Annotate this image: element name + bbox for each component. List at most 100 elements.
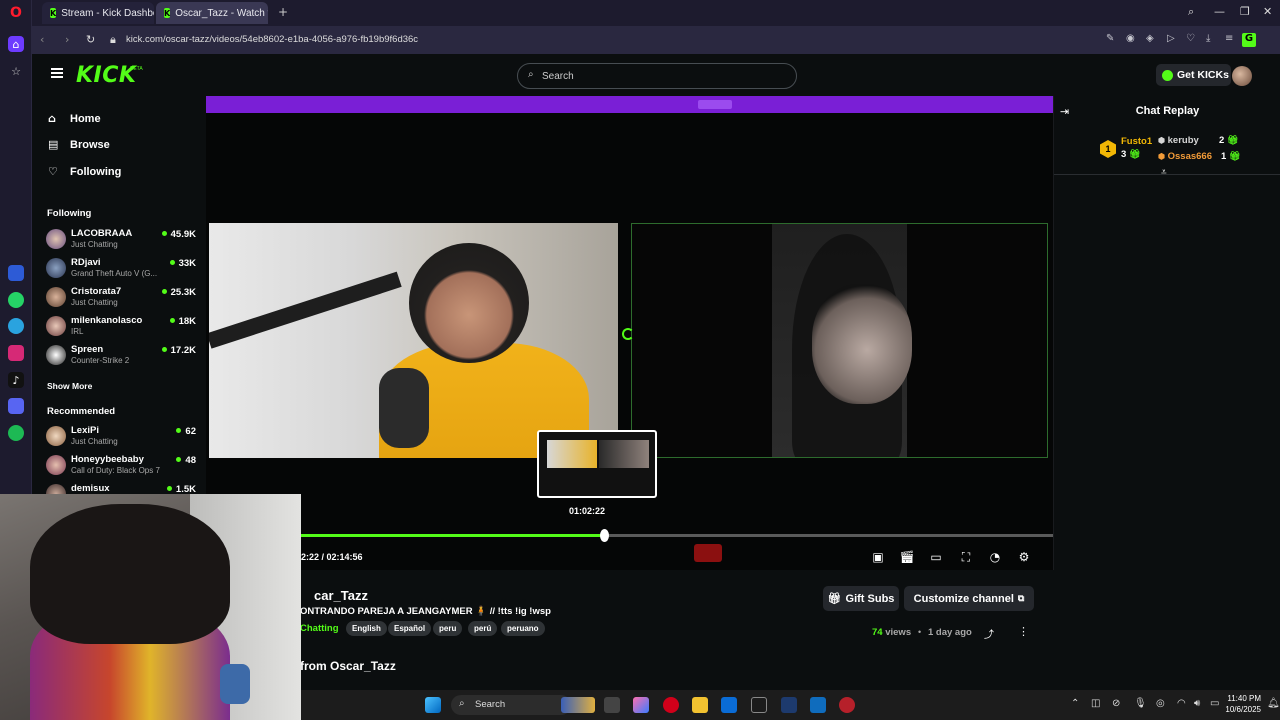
miniplayer-icon[interactable]: ▣ — [870, 550, 886, 564]
discord-icon[interactable] — [8, 398, 24, 414]
top-gifter-name[interactable]: Fusto1 — [1121, 136, 1152, 147]
channel-item-rdjavi[interactable]: RDjavi Grand Theft Auto V (G... 33K — [46, 255, 196, 281]
tray-expand-icon[interactable]: ⌃ — [1071, 698, 1079, 709]
whatsapp-icon[interactable] — [8, 292, 24, 308]
tab-dashboard[interactable]: K Stream - Kick Dashboard — [42, 2, 154, 24]
edit-icon[interactable]: ✎ — [1106, 33, 1114, 44]
seek-bar[interactable] — [300, 529, 1053, 542]
channel-item-honeyybeebaby[interactable]: Honeyybeebaby Call of Duty: Black Ops 7 … — [46, 452, 196, 478]
copilot-icon[interactable] — [633, 697, 649, 713]
sidebar-item-following[interactable]: ♡ Following — [48, 165, 121, 178]
gift-count: 1 — [1221, 151, 1227, 162]
gifter-row[interactable]: ⬢ Ossas666 — [1158, 151, 1212, 162]
new-tab-button[interactable]: + — [278, 5, 288, 19]
clock-date[interactable]: 10/6/2025 — [1214, 705, 1261, 714]
customize-channel-button[interactable]: Customize channel ⧉ — [904, 586, 1034, 611]
share-icon[interactable]: ⤴ — [984, 626, 994, 641]
file-explorer-icon[interactable] — [692, 697, 708, 713]
viewer-count: 45.9K — [162, 229, 196, 240]
menu-icon[interactable]: ≡ — [1225, 33, 1233, 44]
kick-logo[interactable]: KICK — [76, 63, 136, 88]
spotify-icon[interactable] — [8, 425, 24, 441]
hamburger-menu-icon[interactable] — [51, 68, 63, 78]
tiktok-icon[interactable]: ♪ — [8, 372, 24, 388]
reload-icon[interactable]: ↻ — [86, 33, 95, 46]
channel-category: Just Chatting — [71, 437, 118, 446]
clip-icon[interactable]: 🎬︎ — [899, 550, 915, 564]
channel-item-milenkanolasco[interactable]: milenkanolasco IRL 18K — [46, 313, 196, 339]
tray-icon[interactable]: ◎ — [1156, 698, 1165, 709]
get-kicks-label: Get KICKs — [1177, 69, 1229, 81]
tray-icon[interactable]: ◫ — [1091, 698, 1100, 709]
user-avatar[interactable] — [1232, 66, 1252, 86]
settings-gear-icon[interactable]: ⚙ — [1016, 550, 1032, 564]
vscode-icon[interactable] — [781, 697, 797, 713]
outlook-icon[interactable] — [810, 697, 826, 713]
tab-video[interactable]: K Oscar_Tazz - Watch the V — [156, 2, 268, 24]
fullscreen-icon[interactable]: ⛶ — [958, 550, 974, 564]
sidebar-item-home[interactable]: ⌂ Home — [48, 112, 101, 125]
heart-bookmark-icon[interactable]: ♡ — [1186, 33, 1195, 44]
home-rail-icon[interactable]: ⌂ — [8, 36, 24, 52]
search-tabs-icon[interactable]: ⌕ — [1188, 5, 1194, 19]
tag[interactable]: perú — [468, 621, 498, 636]
seek-bar-handle[interactable] — [600, 529, 610, 542]
channel-item-cristorata7[interactable]: Cristorata7 Just Chatting 25.3K — [46, 284, 196, 310]
search-input[interactable]: ⌕ Search — [517, 63, 797, 89]
store-icon[interactable] — [721, 697, 737, 713]
chat-title: Chat Replay — [1135, 105, 1200, 117]
channel-item-lacobraaa[interactable]: LACOBRAAA Just Chatting 45.9K — [46, 226, 196, 252]
tag[interactable]: Español — [388, 621, 432, 636]
get-kicks-button[interactable]: Get KICKs — [1156, 64, 1231, 86]
opera-taskbar-icon[interactable] — [663, 697, 679, 713]
show-more-link[interactable]: Show More — [47, 381, 92, 391]
more-options-icon[interactable]: ⋮ — [1018, 625, 1029, 638]
volume-icon[interactable]: 🔊︎ — [1194, 698, 1200, 709]
stream-category[interactable]: Chatting — [300, 623, 339, 634]
sidebar-item-browse[interactable]: ▤ Browse — [48, 138, 110, 151]
camera-icon[interactable]: ◉ — [1126, 33, 1135, 44]
windows-start-icon[interactable] — [425, 697, 441, 713]
gift-subs-button[interactable]: 🎁︎ Gift Subs — [823, 586, 899, 611]
play-icon[interactable]: ▷ — [1167, 33, 1175, 44]
promo-button[interactable] — [698, 100, 732, 109]
widgets-icon[interactable] — [561, 697, 595, 713]
wifi-icon[interactable]: ◠ — [1177, 698, 1186, 709]
tag[interactable]: English — [346, 621, 387, 636]
back-icon[interactable]: ‹ — [40, 33, 44, 46]
tag[interactable]: peru — [433, 621, 463, 636]
tray-icon[interactable]: ⊘ — [1112, 698, 1120, 709]
download-icon[interactable]: ⤓ — [1206, 33, 1210, 44]
expand-leaderboard-icon[interactable]: ⩡ — [1161, 167, 1167, 178]
shield-icon[interactable]: ◈ — [1146, 33, 1154, 44]
microphone-icon[interactable]: 🎙︎ — [1134, 698, 1147, 709]
aria-icon[interactable] — [8, 265, 24, 281]
app-icon[interactable] — [839, 697, 855, 713]
notification-icon[interactable]: 🔔︎ — [1267, 698, 1280, 709]
dropbox-icon[interactable] — [751, 697, 767, 713]
telegram-icon[interactable] — [8, 318, 24, 334]
streamer-name[interactable]: car_Tazz — [314, 588, 368, 603]
instagram-icon[interactable] — [8, 345, 24, 361]
kick-extension-icon[interactable]: G — [1242, 33, 1256, 47]
channel-item-lexipi[interactable]: LexiPi Just Chatting 62 — [46, 423, 196, 449]
forward-icon[interactable]: › — [65, 33, 69, 46]
playback-speed-icon[interactable]: ◔ — [987, 550, 1003, 564]
task-view-icon[interactable] — [604, 697, 620, 713]
separator-dot: • — [918, 627, 922, 637]
url-field[interactable]: kick.com/oscar-tazz/videos/54eb8602-e1ba… — [126, 34, 418, 45]
gifter-row[interactable]: ⬢ keruby — [1158, 135, 1199, 146]
minimize-icon[interactable]: — — [1214, 5, 1225, 18]
tag[interactable]: peruano — [501, 621, 545, 636]
video-player[interactable]: 01:02:22 2:22 / 02:14:56 ▣ 🎬︎ ▭ ⛶ ◔ ⚙ — [206, 96, 1053, 570]
clock-time[interactable]: 11:40 PM — [1221, 694, 1261, 703]
clip-record-button[interactable] — [694, 544, 722, 562]
pinboard-icon[interactable]: ☆ — [8, 63, 24, 79]
close-window-icon[interactable]: ✕ — [1263, 5, 1272, 18]
opera-logo-icon[interactable]: O — [8, 5, 24, 21]
tab-title: Oscar_Tazz - Watch the V — [175, 7, 268, 19]
taskbar-search[interactable]: ⌕ Search — [451, 695, 571, 715]
maximize-icon[interactable]: ❐ — [1240, 5, 1250, 18]
channel-item-spreen[interactable]: Spreen Counter-Strike 2 17.2K — [46, 342, 196, 368]
theater-mode-icon[interactable]: ▭ — [928, 550, 944, 564]
